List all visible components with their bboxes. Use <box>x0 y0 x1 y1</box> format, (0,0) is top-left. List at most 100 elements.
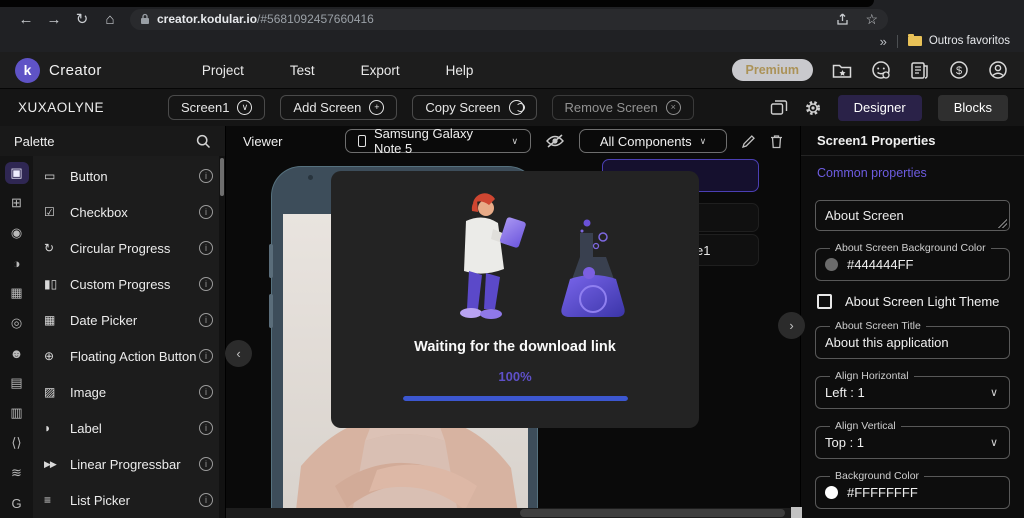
info-icon[interactable]: i <box>199 457 213 471</box>
delete-trash-icon[interactable] <box>770 134 783 149</box>
color-value: #FFFFFFFF <box>847 484 918 500</box>
palette-item-label: Circular Progress <box>70 240 171 256</box>
category-user-interface-icon[interactable]: ▣ <box>4 162 29 184</box>
menu-project[interactable]: Project <box>202 63 244 78</box>
menu-test[interactable]: Test <box>290 63 315 78</box>
lab-illustration <box>460 193 625 319</box>
palette-panel: Palette ▣ ⊞ ◉ ◑ ▦ ◎ ☻ ▤ ▥ ⟨⟩ ≋ G ▭ Butto… <box>0 126 225 518</box>
info-icon[interactable]: i <box>199 493 213 507</box>
palette-item-custom-progress[interactable]: ▮▯ Custom Progress i <box>33 266 225 302</box>
device-selector[interactable]: Samsung Galaxy Note 5 ∨ <box>344 126 532 156</box>
viewer-horizontal-scrollbar[interactable] <box>226 508 791 518</box>
scrollbar-thumb[interactable] <box>220 158 224 196</box>
light-theme-row: About Screen Light Theme <box>817 294 1008 309</box>
add-screen-button[interactable]: Add Screen + <box>280 95 398 120</box>
about-screen-textarea[interactable]: About Screen <box>815 200 1010 231</box>
palette-item-linear-progressbar[interactable]: ▶▶ Linear Progressbar i <box>33 446 225 482</box>
category-layout-icon[interactable]: ⊞ <box>5 192 29 214</box>
light-theme-checkbox[interactable] <box>817 294 832 309</box>
palette-item-label: Image <box>70 384 107 400</box>
info-icon[interactable]: i <box>199 313 213 327</box>
category-drawing-animation-icon[interactable]: ◑ <box>5 252 29 274</box>
premium-button[interactable]: Premium <box>731 59 813 81</box>
palette-item-list-picker[interactable]: ≡ List Picker i <box>33 482 225 518</box>
expand-tree-handle[interactable]: › <box>778 312 805 339</box>
reload-icon[interactable]: ↻ <box>68 10 96 28</box>
info-icon[interactable]: i <box>199 421 213 435</box>
palette-item-checkbox[interactable]: ☑ Checkbox i <box>33 194 225 230</box>
address-bar[interactable]: creator.kodular.io/#5681092457660416 ☆ <box>130 8 888 30</box>
palette-item-floating-action-button[interactable]: ⊕ Floating Action Button i <box>33 338 225 374</box>
align-vertical-field[interactable]: Align Vertical Top : 1 ∨ <box>815 420 1010 459</box>
collapse-palette-handle[interactable]: ‹ <box>225 340 252 367</box>
power-button <box>269 294 273 328</box>
project-name: XUXAOLYNE <box>18 100 105 115</box>
back-icon[interactable]: ← <box>12 11 40 28</box>
background-color-field[interactable]: Background Color #FFFFFFFF <box>815 470 1010 509</box>
category-sensors-icon[interactable]: ◎ <box>5 312 29 334</box>
forward-icon[interactable]: → <box>40 11 68 28</box>
palette-item-image[interactable]: ▨ Image i <box>33 374 225 410</box>
bookmarks-overflow-icon[interactable]: » <box>880 34 887 49</box>
divider <box>896 34 898 48</box>
home-icon[interactable]: ⌂ <box>96 11 124 28</box>
info-icon[interactable]: i <box>199 169 213 183</box>
scrollbar-thumb[interactable] <box>519 509 786 517</box>
bookmarks-bar: » Outros favoritos <box>0 30 1024 52</box>
menu-help[interactable]: Help <box>446 63 474 78</box>
share-icon[interactable] <box>836 12 851 26</box>
category-social-icon[interactable]: ☻ <box>5 342 29 364</box>
color-swatch[interactable] <box>825 485 838 499</box>
resize-grip-icon[interactable] <box>998 219 1007 228</box>
monetization-icon[interactable]: $ <box>948 60 969 81</box>
remove-screen-button[interactable]: Remove Screen × <box>551 95 694 120</box>
category-connectivity-icon[interactable]: ≋ <box>5 462 29 484</box>
category-dynamic-components-icon[interactable]: ⟨⟩ <box>5 432 29 454</box>
account-icon[interactable] <box>987 60 1008 81</box>
viewer-title: Viewer <box>243 133 283 149</box>
info-icon[interactable]: i <box>199 349 213 363</box>
screen-toolbar: XUXAOLYNE Screen1 ∨ Add Screen + Copy Sc… <box>0 88 1024 126</box>
field-label: Align Horizontal <box>835 370 909 382</box>
info-icon[interactable]: i <box>199 241 213 255</box>
designer-tab[interactable]: Designer <box>837 94 922 121</box>
settings-gear-icon[interactable] <box>804 99 822 117</box>
align-horizontal-field[interactable]: Align Horizontal Left : 1 ∨ <box>815 370 1010 409</box>
browser-tab-strip[interactable] <box>0 0 874 7</box>
screen-selector-button[interactable]: Screen1 ∨ <box>168 95 266 120</box>
bookmark-star-icon[interactable]: ☆ <box>865 11 878 28</box>
category-google-icon[interactable]: G <box>5 492 29 514</box>
plus-icon: + <box>369 100 385 115</box>
news-icon[interactable] <box>909 60 930 81</box>
color-swatch[interactable] <box>825 257 838 271</box>
kodular-logo[interactable]: k <box>15 57 40 83</box>
about-screen-value: About Screen <box>825 208 904 223</box>
light-theme-label: About Screen Light Theme <box>845 294 1000 309</box>
info-icon[interactable]: i <box>199 205 213 219</box>
category-media-icon[interactable]: ◉ <box>5 222 29 244</box>
component-filter-selector[interactable]: All Components ∨ <box>579 129 727 153</box>
about-screen-background-color-field[interactable]: About Screen Background Color #444444FF <box>815 242 1010 281</box>
palette-item-label[interactable]: ◗ Label i <box>33 410 225 446</box>
project-folder-icon[interactable] <box>831 60 852 81</box>
field-label: Align Vertical <box>835 420 896 432</box>
search-icon[interactable] <box>196 134 211 149</box>
moderation-icon[interactable] <box>870 60 891 81</box>
blocks-tab[interactable]: Blocks <box>937 94 1008 121</box>
info-icon[interactable]: i <box>199 385 213 399</box>
palette-item-date-picker[interactable]: ▦ Date Picker i <box>33 302 225 338</box>
screens-overview-icon[interactable] <box>770 99 788 116</box>
bookmarks-folder-label[interactable]: Outros favoritos <box>929 35 1010 47</box>
menu-export[interactable]: Export <box>361 63 400 78</box>
visibility-toggle-icon[interactable] <box>545 133 565 149</box>
rename-pencil-icon[interactable] <box>741 134 756 149</box>
copy-screen-button[interactable]: Copy Screen <box>412 95 537 120</box>
category-storage-icon[interactable]: ▤ <box>5 372 29 394</box>
palette-item-circular-progress[interactable]: ↻ Circular Progress i <box>33 230 225 266</box>
palette-item-button[interactable]: ▭ Button i <box>33 158 225 194</box>
info-icon[interactable]: i <box>199 277 213 291</box>
category-maps-icon[interactable]: ▦ <box>5 282 29 304</box>
palette-item-label: Custom Progress <box>70 276 171 292</box>
category-utilities-icon[interactable]: ▥ <box>5 402 29 424</box>
about-screen-title-field[interactable]: About Screen Title About this applicatio… <box>815 320 1010 359</box>
